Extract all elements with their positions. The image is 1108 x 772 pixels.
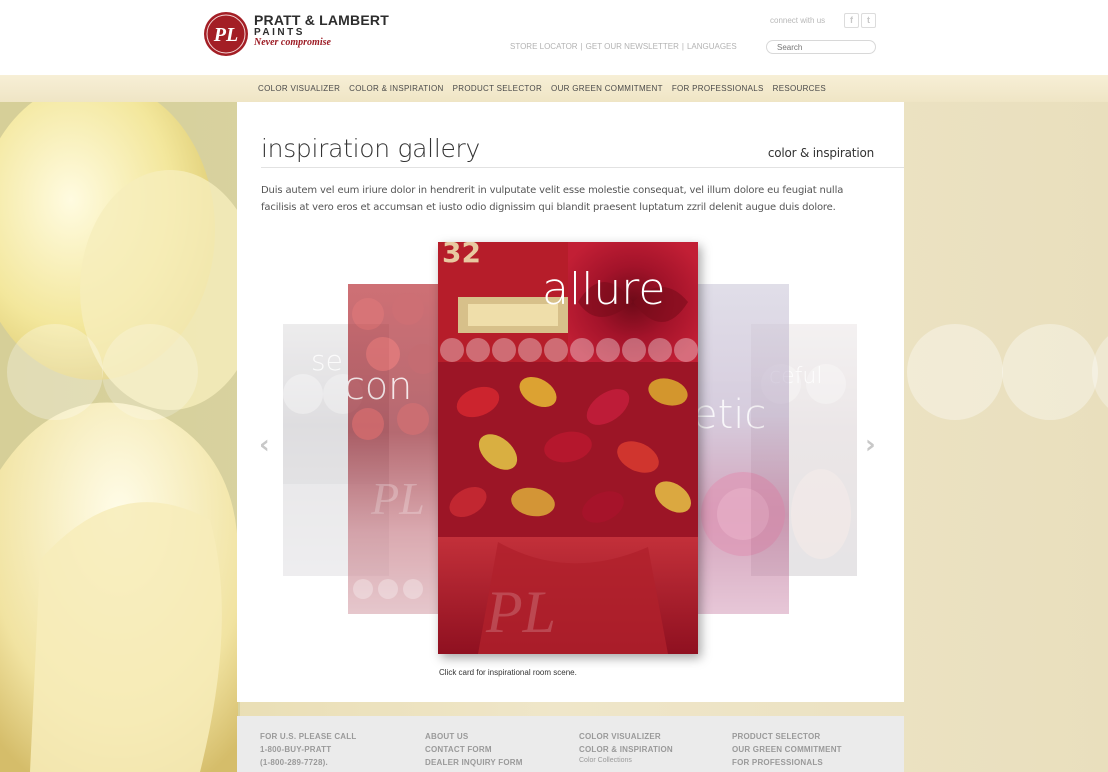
page-title: inspiration gallery <box>261 134 481 163</box>
card-photo: PL <box>352 293 438 599</box>
nav-item-resources[interactable]: RESOURCES <box>773 84 826 93</box>
footer-link-professionals[interactable]: FOR PROFESSIONALS <box>732 756 842 769</box>
carousel-caption: Click card for inspirational room scene. <box>439 668 577 677</box>
store-locator-link[interactable]: STORE LOCATOR <box>510 42 578 51</box>
newsletter-link[interactable]: GET OUR NEWSLETTER <box>586 42 679 51</box>
inspiration-card-left[interactable]: PL con <box>348 284 442 614</box>
nav-item-for-professionals[interactable]: FOR PROFESSIONALS <box>672 84 764 93</box>
svg-text:PL: PL <box>213 24 238 46</box>
logo-icon[interactable]: PL <box>202 10 250 58</box>
title-divider <box>261 167 904 168</box>
languages-link[interactable]: LANGUAGES <box>687 42 737 51</box>
intro-text: Duis autem vel eum iriure dolor in hendr… <box>261 185 844 213</box>
footer-call-label: FOR U.S. PLEASE CALL <box>260 732 357 741</box>
content-panel: inspiration gallery color & inspiration … <box>237 102 904 702</box>
inspiration-card-featured[interactable]: PL 32 allure <box>438 242 698 654</box>
brand-tagline: Never compromise <box>254 37 331 48</box>
svg-text:PL: PL <box>485 579 556 645</box>
utility-links: STORE LOCATOR | GET OUR NEWSLETTER | LANGUAG… <box>510 42 737 51</box>
card-word: con <box>348 364 413 408</box>
inspiration-card-right[interactable]: etic <box>697 284 789 614</box>
footer-link-about[interactable]: ABOUT US <box>425 730 523 743</box>
site-header: PL PRATT & LAMBERT PAINTS Never compromi… <box>0 0 1108 75</box>
footer-link-visualizer[interactable]: COLOR VISUALIZER <box>579 730 673 743</box>
nav-item-color-inspiration[interactable]: COLOR & INSPIRATION <box>349 84 443 93</box>
brand-name[interactable]: PRATT & LAMBERT <box>254 12 389 28</box>
footer-link-dealer[interactable]: DEALER INQUIRY FORM <box>425 756 523 769</box>
footer-link-inspiration[interactable]: COLOR & INSPIRATION <box>579 743 673 756</box>
facebook-icon[interactable]: f <box>844 13 859 28</box>
chevron-left-icon[interactable]: ‹ <box>259 430 270 460</box>
twitter-icon[interactable]: t <box>861 13 876 28</box>
footer-link-collections[interactable]: Color Collections <box>579 756 673 766</box>
main-nav: COLOR VISUALIZER COLOR & INSPIRATION PRO… <box>0 75 1108 102</box>
search-input[interactable] <box>766 40 876 54</box>
chevron-right-icon[interactable]: › <box>865 430 876 460</box>
nav-item-green-commitment[interactable]: OUR GREEN COMMITMENT <box>551 84 663 93</box>
card-photo <box>701 472 785 556</box>
site-footer: FOR U.S. PLEASE CALL 1-800-BUY-PRATT (1-… <box>237 716 904 772</box>
nav-item-product-selector[interactable]: PRODUCT SELECTOR <box>453 84 542 93</box>
footer-col-color: COLOR VISUALIZER COLOR & INSPIRATION Col… <box>579 730 673 766</box>
footer-phone-digits: (1-800-289-7728). <box>260 758 328 767</box>
footer-col-products: PRODUCT SELECTOR OUR GREEN COMMITMENT FO… <box>732 730 842 769</box>
footer-link-green[interactable]: OUR GREEN COMMITMENT <box>732 743 842 756</box>
card-word: etic <box>697 392 767 438</box>
footer-col-phone: FOR U.S. PLEASE CALL 1-800-BUY-PRATT (1-… <box>260 730 356 769</box>
footer-col-about: ABOUT US CONTACT FORM DEALER INQUIRY FOR… <box>425 730 523 769</box>
section-label[interactable]: color & inspiration <box>768 146 874 160</box>
footer-link-contact[interactable]: CONTACT FORM <box>425 743 523 756</box>
card-word: allure <box>542 264 666 315</box>
card-number: 32 <box>442 242 481 269</box>
footer-phone[interactable]: 1-800-BUY-PRATT <box>260 743 356 756</box>
nav-item-color-visualizer[interactable]: COLOR VISUALIZER <box>258 84 340 93</box>
svg-text:PL: PL <box>370 473 425 524</box>
inspiration-carousel: se ceful PL con etic PL 32 allure ‹ › Cl… <box>237 240 904 700</box>
footer-link-product-selector[interactable]: PRODUCT SELECTOR <box>732 730 842 743</box>
connect-label: connect with us <box>770 16 826 25</box>
